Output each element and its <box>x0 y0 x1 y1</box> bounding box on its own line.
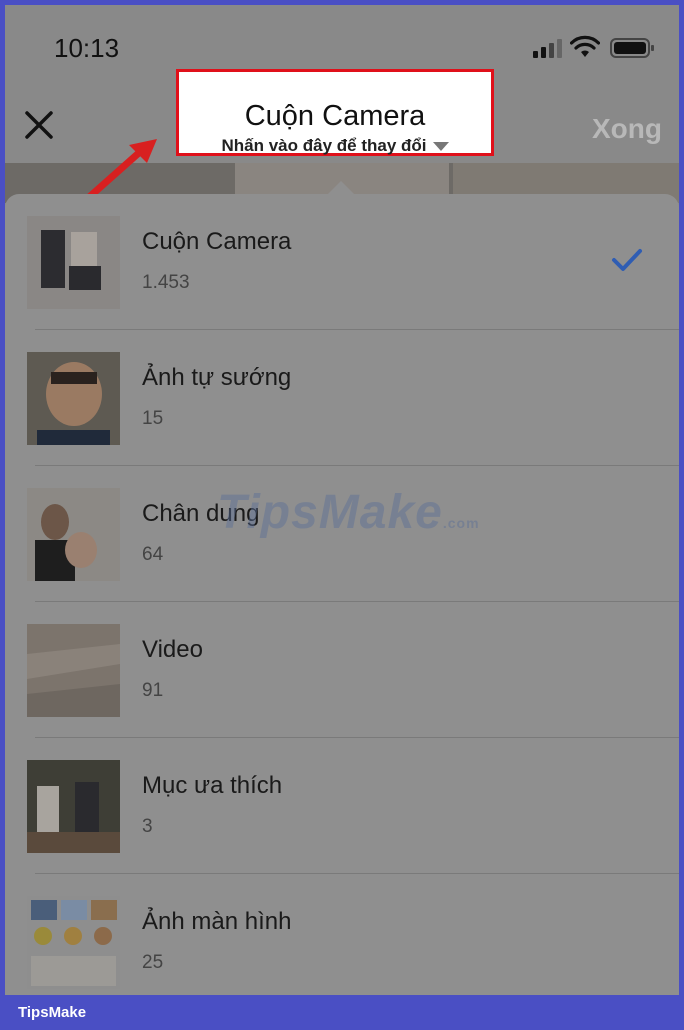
album-thumbnail <box>27 352 120 445</box>
album-row-selfies[interactable]: Ảnh tự sướng 15 <box>5 330 679 466</box>
album-row-camera-roll[interactable]: Cuộn Camera 1.453 <box>5 194 679 330</box>
change-album-hint-text: Nhấn vào đây để thay đổi <box>221 136 427 155</box>
album-thumbnail <box>27 216 120 309</box>
album-count: 25 <box>142 952 164 973</box>
wifi-icon <box>570 35 600 57</box>
done-button[interactable]: Xong <box>592 113 662 145</box>
watermark-text: TipsMake <box>217 486 443 539</box>
album-name: Ảnh màn hình <box>142 908 292 935</box>
phone-screen: 10:13 Xong Cuộn Camera Nhấn vào đây để t <box>5 5 679 995</box>
album-count: 1.453 <box>142 272 190 293</box>
album-thumbnail <box>27 760 120 853</box>
footer-bar: TipsMake <box>0 995 684 1030</box>
dropdown-caret-icon <box>432 142 449 152</box>
album-count: 91 <box>142 680 164 701</box>
album-count: 15 <box>142 408 164 429</box>
album-name: Video <box>142 636 203 663</box>
album-row-favorites[interactable]: Mục ưa thích 3 <box>5 738 679 874</box>
watermark-suffix: .com <box>442 515 480 531</box>
album-thumbnail <box>27 488 120 581</box>
album-row-video[interactable]: Video 91 <box>5 602 679 738</box>
album-thumbnail <box>27 624 120 717</box>
footer-brand: TipsMake <box>18 1004 87 1021</box>
popover-notch <box>327 181 355 195</box>
album-title: Cuộn Camera <box>244 100 426 132</box>
signal-icon <box>533 39 562 58</box>
change-album-hint: Nhấn vào đây để thay đổi <box>179 136 491 156</box>
status-time: 10:13 <box>54 33 120 63</box>
album-count: 64 <box>142 544 164 565</box>
album-list: Cuộn Camera 1.453 Ảnh tự sướng 15 Chân d… <box>5 194 679 995</box>
album-name: Mục ưa thích <box>142 772 283 799</box>
album-name: Cuộn Camera <box>142 228 292 255</box>
battery-icon <box>610 38 654 58</box>
album-name: Ảnh tự sướng <box>142 364 292 391</box>
album-thumbnail <box>27 896 120 989</box>
close-icon[interactable] <box>21 107 57 143</box>
watermark-logo: TipsMake.com <box>217 485 480 540</box>
album-row-screenshots[interactable]: Ảnh màn hình 25 <box>5 874 679 995</box>
checkmark-icon <box>612 249 642 271</box>
album-picker-title[interactable]: Cuộn Camera Nhấn vào đây để thay đổi <box>176 69 494 156</box>
album-count: 3 <box>142 816 153 837</box>
